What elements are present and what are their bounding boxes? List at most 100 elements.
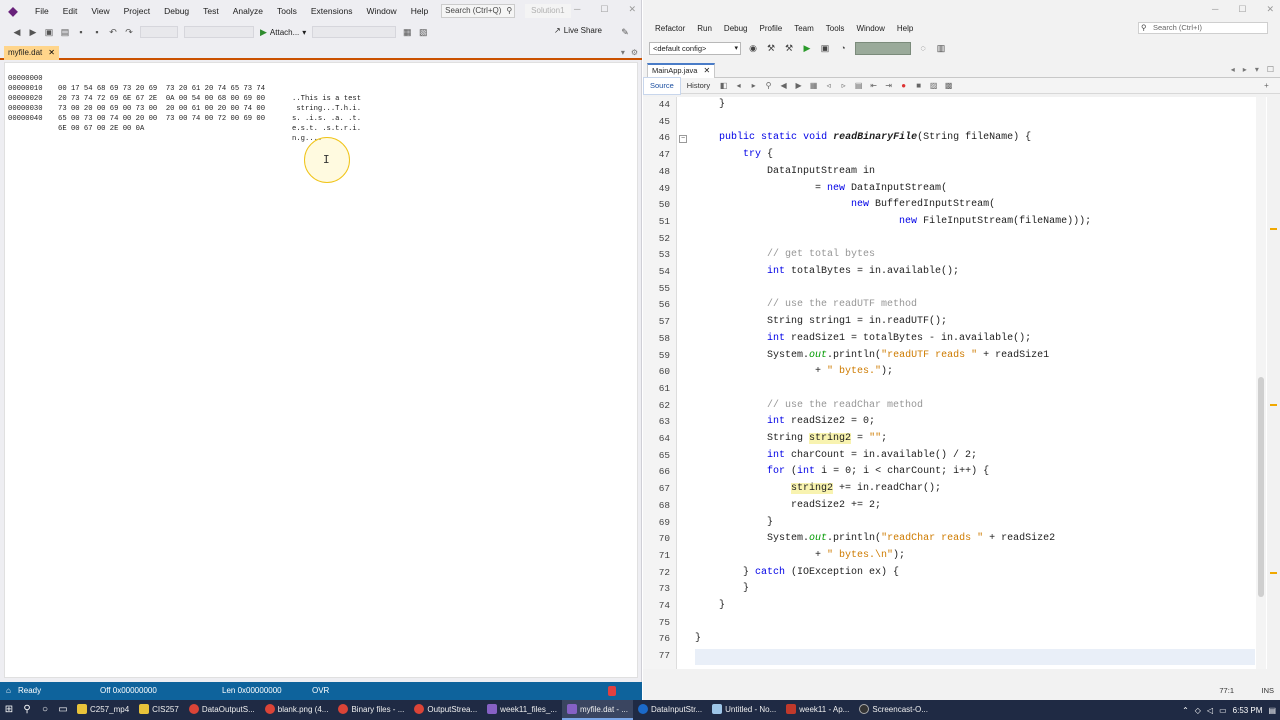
hammer-icon[interactable]: ⚒ [765, 42, 777, 54]
comment-icon[interactable]: ▨ [929, 81, 938, 90]
hex-bytes[interactable]: 6E 00 67 00 2E 00 0A [58, 124, 288, 134]
forward-icon[interactable]: ▸ [749, 81, 758, 90]
tab-history[interactable]: History [681, 78, 716, 94]
close-icon[interactable]: ✕ [628, 4, 636, 15]
code-line[interactable]: } [695, 631, 701, 648]
toggle-bookmark-icon[interactable]: ▤ [854, 81, 863, 90]
code-line[interactable]: int totalBytes = in.available(); [695, 264, 959, 281]
code-line[interactable]: String string1 = in.readUTF(); [695, 314, 947, 331]
menu-refactor[interactable]: Refactor [649, 24, 691, 33]
code-line[interactable]: new BufferedInputStream( [695, 197, 995, 214]
back-icon[interactable]: ◀ [12, 27, 22, 37]
menu-tools[interactable]: Tools [270, 0, 304, 22]
scroll-right-icon[interactable]: ▸ [1243, 65, 1247, 74]
taskbar-item[interactable]: CIS257 [134, 700, 184, 720]
minimize-icon[interactable]: ─ [1212, 4, 1218, 15]
code-editor[interactable]: 44 45 46 47 48 49 50 51 52 53 54 55 56 5… [643, 97, 1267, 669]
prev-bookmark-icon[interactable]: ◃ [824, 81, 833, 90]
chevron-up-icon[interactable]: ⌃ [1182, 706, 1189, 715]
code-line[interactable]: } [695, 515, 773, 532]
menu-run[interactable]: Run [691, 24, 718, 33]
taskbar-item[interactable]: Screencast-O... [854, 700, 933, 720]
clean-build-icon[interactable]: ⚒ [783, 42, 795, 54]
menu-tools[interactable]: Tools [820, 24, 851, 33]
taskbar-item[interactable]: Untitled - No... [707, 700, 781, 720]
configuration-combo[interactable] [140, 26, 178, 38]
last-edit-icon[interactable]: ◧ [719, 81, 728, 90]
uncomment-icon[interactable]: ▩ [944, 81, 953, 90]
attach-button[interactable]: ▶ Attach... ▾ [260, 27, 306, 38]
maximize-icon[interactable]: ☐ [600, 4, 608, 15]
taskbar-item[interactable]: Binary files - ... [333, 700, 409, 720]
profile-icon[interactable]: ◔ [837, 42, 849, 54]
status-overwrite-mode[interactable]: OVR [312, 682, 329, 700]
code-line[interactable]: public static void readBinaryFile(String… [695, 130, 1031, 147]
close-tab-icon[interactable]: ✕ [703, 65, 710, 78]
search-icon[interactable]: ⚲ [18, 700, 36, 720]
minimize-icon[interactable]: ─ [574, 4, 580, 15]
taskbar-item[interactable]: DataInputStr... [633, 700, 707, 720]
maximize-icon[interactable]: ☐ [1238, 4, 1246, 15]
network-icon[interactable]: ◇ [1195, 706, 1201, 715]
menu-file[interactable]: File [28, 0, 56, 22]
undo-icon[interactable]: ↶ [108, 27, 118, 37]
clock[interactable]: 6:53 PM [1233, 706, 1263, 715]
insert-mode[interactable]: INS [1261, 684, 1274, 698]
code-line[interactable]: // use the readChar method [695, 398, 923, 415]
menu-debug[interactable]: Debug [157, 0, 196, 22]
code-line[interactable]: try { [695, 147, 773, 164]
taskbar-item[interactable]: week11_files_... [482, 700, 562, 720]
code-line[interactable]: System.out.println("readChar reads " + r… [695, 531, 1055, 548]
battery-icon[interactable]: ▭ [1219, 706, 1227, 715]
expand-icon[interactable]: + [1262, 81, 1271, 90]
task-view-icon[interactable]: ▭ [54, 700, 72, 720]
code-line[interactable]: int readSize2 = 0; [695, 414, 875, 431]
volume-icon[interactable]: ◁ [1207, 706, 1213, 715]
code-line[interactable]: } [695, 97, 725, 114]
taskbar-item[interactable]: myfile.dat - ... [561, 700, 633, 720]
memory-gauge[interactable] [855, 41, 911, 55]
windows-start-icon[interactable]: ⊞ [0, 700, 18, 720]
find-prev-icon[interactable]: ◀ [779, 81, 788, 90]
new-project-icon[interactable]: ▣ [44, 27, 54, 37]
shift-right-icon[interactable]: ⇥ [884, 81, 893, 90]
close-icon[interactable]: ✕ [1266, 4, 1274, 15]
taskbar-item[interactable]: week11 - Ap... [781, 700, 854, 720]
feedback-icon[interactable]: ✎ [620, 27, 630, 37]
error-stripe-mark[interactable] [1270, 228, 1277, 230]
hex-bytes[interactable]: 00 17 54 68 69 73 20 69 73 20 61 20 74 6… [58, 84, 288, 94]
cortana-icon[interactable]: ○ [36, 700, 54, 720]
code-line[interactable]: // use the readUTF method [695, 297, 917, 314]
code-line[interactable]: } [695, 598, 725, 615]
fold-toggle-icon[interactable]: − [679, 135, 687, 143]
redo-icon[interactable]: ↷ [124, 27, 134, 37]
code-line[interactable]: string2 += in.readChar(); [695, 481, 941, 498]
toggle-highlight-icon[interactable]: ▦ [809, 81, 818, 90]
platform-combo[interactable] [184, 26, 254, 38]
globe-icon[interactable]: ◉ [747, 42, 759, 54]
code-line[interactable]: DataInputStream in [695, 164, 875, 181]
stop-macro-icon[interactable]: ■ [914, 81, 923, 90]
code-line[interactable]: + " bytes.\n"); [695, 548, 905, 565]
forward-icon[interactable]: ▶ [28, 27, 38, 37]
code-line[interactable]: int readSize1 = totalBytes - in.availabl… [695, 331, 1031, 348]
run-icon[interactable]: ▶ [801, 42, 813, 54]
hex-ascii[interactable]: ..This is a test [292, 94, 361, 104]
config-dropdown[interactable]: <default config> ▾ [649, 41, 741, 55]
caret-position[interactable]: 77:1 [1219, 684, 1234, 698]
menu-help[interactable]: Help [404, 0, 435, 22]
error-stripe-mark[interactable] [1270, 572, 1277, 574]
target-combo[interactable] [312, 26, 397, 38]
code-line[interactable]: for (int i = 0; i < charCount; i++) { [695, 464, 989, 481]
menu-window[interactable]: Window [359, 0, 403, 22]
chevron-down-icon[interactable]: ▾ [1255, 65, 1259, 74]
code-line[interactable]: // get total bytes [695, 247, 875, 264]
menu-view[interactable]: View [84, 0, 116, 22]
taskbar-item[interactable]: C257_mp4 [72, 700, 134, 720]
next-bookmark-icon[interactable]: ▹ [839, 81, 848, 90]
save-icon[interactable]: ▪ [76, 27, 86, 37]
nb-search-box[interactable]: ⚲ Search (Ctrl+I) [1138, 22, 1268, 34]
gc-options-icon[interactable]: ▥ [935, 42, 947, 54]
code-line[interactable]: } catch (IOException ex) { [695, 565, 899, 582]
gc-icon[interactable]: ◌ [917, 42, 929, 54]
